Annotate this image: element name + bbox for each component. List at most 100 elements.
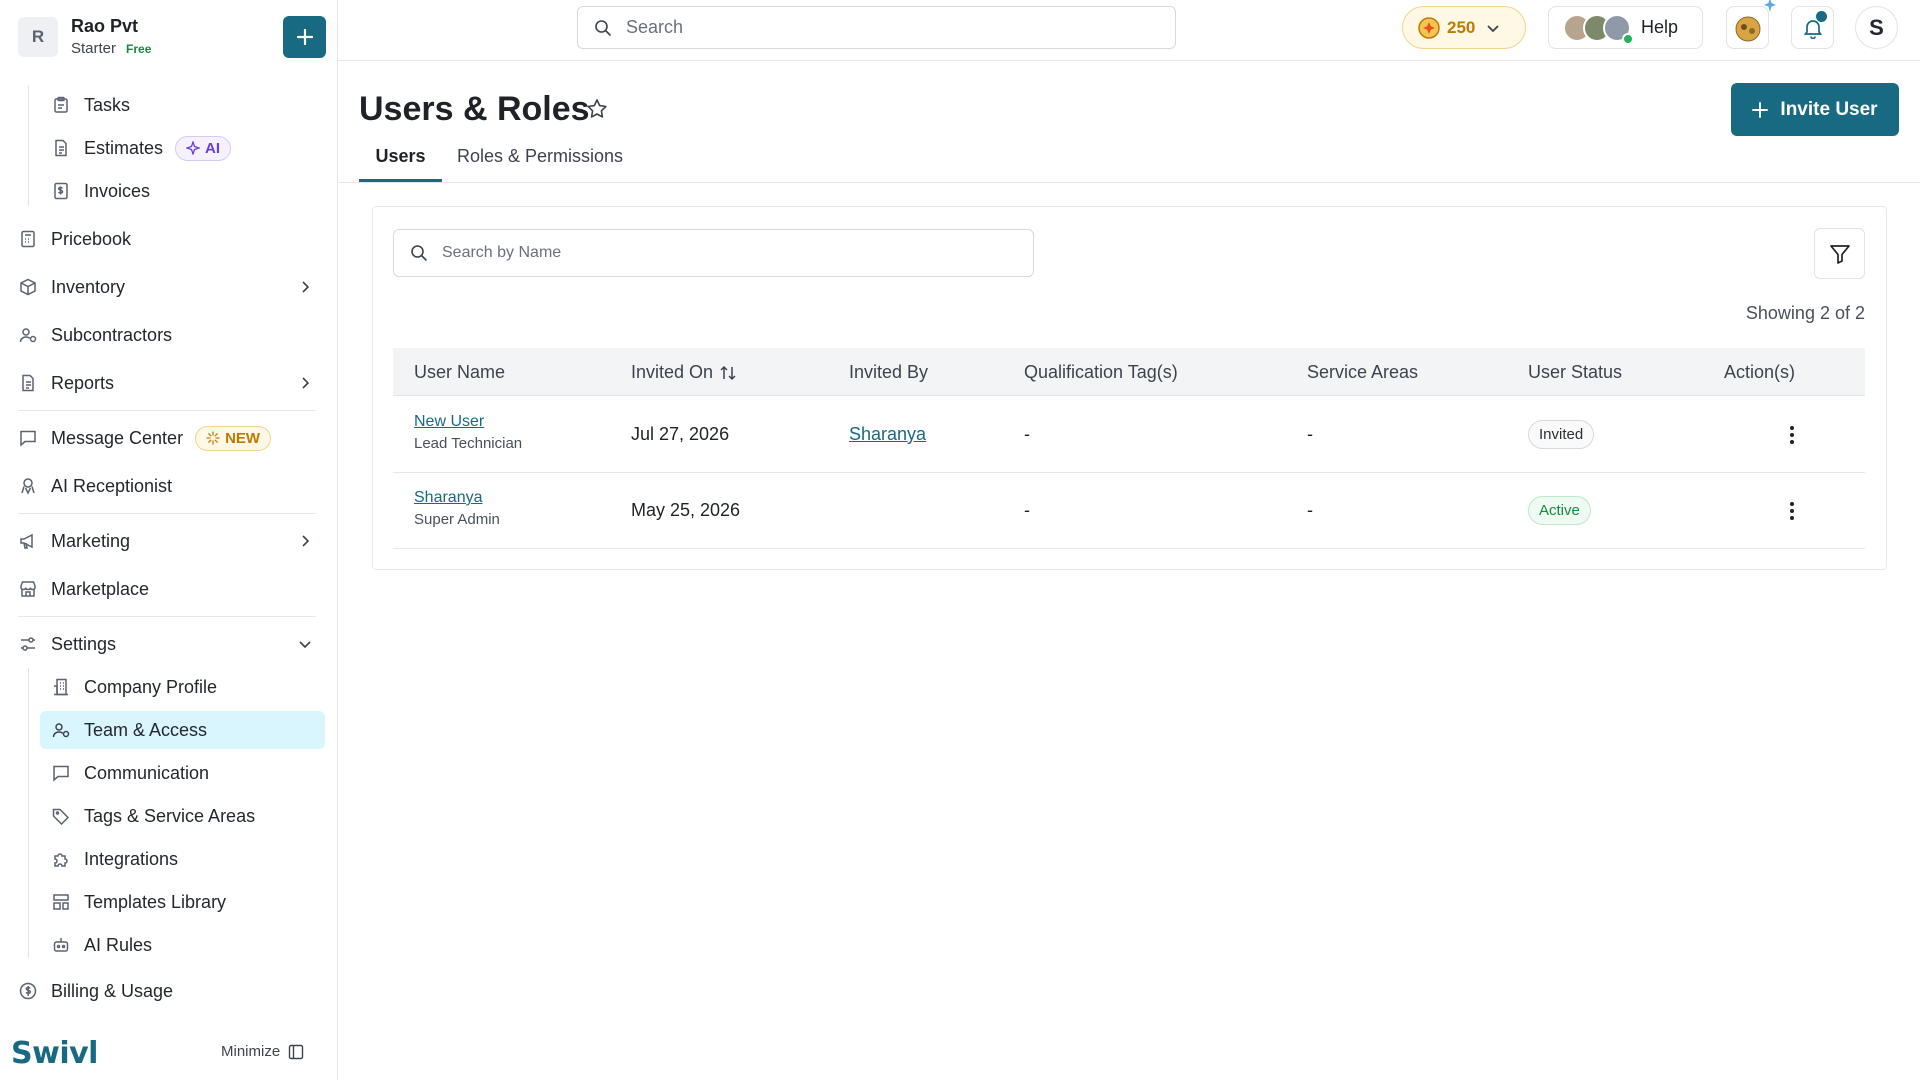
puzzle-icon	[51, 849, 71, 869]
column-actions: Action(s)	[1724, 362, 1796, 382]
sidebar-item-label: Settings	[51, 633, 117, 654]
row-actions-button[interactable]	[1780, 499, 1804, 523]
coins-count: 250	[1447, 17, 1476, 37]
global-search-input[interactable]: Search	[577, 6, 1176, 49]
column-invited-on[interactable]: Invited On	[631, 362, 737, 383]
ai-assistant-button[interactable]	[1726, 0, 1776, 49]
chevron-right-icon[interactable]	[298, 280, 312, 294]
sidebar-item-team-access[interactable]: Team & Access	[40, 711, 325, 749]
plan-name: Starter	[71, 40, 117, 57]
search-icon	[411, 245, 427, 261]
user-avatar-button[interactable]: S	[1855, 6, 1898, 49]
favorite-star-icon[interactable]	[586, 98, 608, 120]
notifications-button[interactable]	[1791, 6, 1834, 49]
sidebar-item-reports[interactable]: Reports	[18, 364, 114, 402]
org-name: Rao Pvt	[71, 16, 139, 36]
sidebar-item-communication[interactable]: Communication	[51, 754, 209, 792]
coins-dropdown[interactable]: 250	[1402, 6, 1526, 49]
notification-dot	[1816, 11, 1827, 22]
sidebar-item-marketing[interactable]: Marketing	[18, 522, 130, 560]
sidebar-item-label: Billing & Usage	[51, 980, 174, 1001]
create-new-button[interactable]	[283, 16, 326, 58]
receptionist-icon	[18, 476, 38, 496]
minimize-label: Minimize	[221, 1043, 281, 1060]
service-areas: -	[1307, 500, 1313, 520]
sort-icon	[720, 365, 736, 380]
help-button[interactable]: Help	[1548, 6, 1703, 49]
invite-user-button[interactable]: Invite User	[1731, 83, 1899, 136]
chat-icon	[18, 428, 38, 448]
sidebar-item-label: Reports	[51, 372, 115, 393]
people-icon	[51, 720, 71, 740]
sidebar-item-pricebook[interactable]: Pricebook	[18, 220, 131, 258]
name-search-input[interactable]: Search by Name	[393, 229, 1034, 277]
calculator-icon	[18, 229, 38, 249]
sidebar-item-estimates[interactable]: Estimates AI	[51, 129, 232, 167]
sidebar-item-label: Marketplace	[51, 578, 150, 599]
sidebar-item-integrations[interactable]: Integrations	[51, 840, 178, 878]
sidebar-item-label: Integrations	[84, 848, 179, 869]
coin-icon	[1418, 16, 1440, 39]
minimize-sidebar-button[interactable]: Minimize	[221, 1043, 304, 1060]
sidebar-item-label: Message Center	[51, 427, 184, 448]
results-count: Showing 2 of 2	[1745, 303, 1865, 323]
tab-roles-permissions[interactable]: Roles & Permissions	[457, 146, 623, 182]
plus-icon	[1752, 101, 1769, 118]
people-icon	[18, 325, 38, 345]
org-switcher[interactable]: R Rao Pvt Starter Free	[18, 16, 151, 57]
sidebar-item-invoices[interactable]: Invoices	[51, 172, 150, 210]
help-label: Help	[1641, 17, 1679, 37]
sidebar-item-label: Tags & Service Areas	[84, 805, 256, 826]
invited-by-link[interactable]: Sharanya	[849, 424, 926, 445]
column-user-status: User Status	[1528, 362, 1623, 382]
sidebar-item-label: AI Receptionist	[51, 475, 173, 496]
sidebar-item-label: Inventory	[51, 276, 126, 297]
sidebar-item-subcontractors[interactable]: Subcontractors	[18, 316, 172, 354]
ai-badge: AI	[175, 135, 232, 161]
user-role: Super Admin	[414, 511, 500, 528]
more-vertical-icon	[1790, 426, 1794, 444]
sidebar-item-company-profile[interactable]: Company Profile	[51, 668, 217, 706]
chevron-down-icon	[1487, 24, 1500, 32]
user-name-link[interactable]: New User	[414, 413, 522, 431]
sidebar-item-label: Templates Library	[84, 891, 227, 912]
sidebar-item-settings[interactable]: Settings	[18, 625, 116, 663]
sidebar-item-inventory[interactable]: Inventory	[18, 268, 125, 306]
assistant-avatar-icon	[1735, 16, 1760, 41]
template-icon	[51, 892, 71, 912]
sparkle-icon	[186, 141, 201, 155]
clipboard-icon	[51, 95, 71, 115]
sidebar-item-tasks[interactable]: Tasks	[51, 86, 130, 124]
row-actions-button[interactable]	[1780, 423, 1804, 447]
sidebar-item-label: Tasks	[84, 94, 131, 115]
sidebar-item-label: AI Rules	[84, 934, 153, 955]
sidebar-item-billing[interactable]: Billing & Usage	[18, 972, 173, 1010]
sidebar-item-ai-receptionist[interactable]: AI Receptionist	[18, 467, 172, 505]
sidebar-item-templates-library[interactable]: Templates Library	[51, 883, 226, 921]
table-header: User Name Invited On Invited By Qualific…	[393, 348, 1865, 396]
chevron-right-icon[interactable]	[298, 376, 312, 390]
filter-button[interactable]	[1814, 228, 1865, 279]
search-icon	[595, 19, 611, 36]
column-user-name: User Name	[414, 362, 506, 382]
service-areas: -	[1307, 424, 1313, 444]
sparkle-icon	[206, 431, 220, 445]
search-placeholder: Search	[626, 17, 684, 37]
sidebar-item-marketplace[interactable]: Marketplace	[18, 570, 149, 608]
document-icon	[51, 138, 71, 158]
tag-icon	[51, 806, 71, 826]
invited-on: Jul 27, 2026	[631, 424, 730, 444]
sliders-icon	[18, 634, 38, 654]
sidebar-item-message-center[interactable]: Message Center NEW	[18, 419, 272, 457]
sidebar-item-label: Communication	[84, 762, 210, 783]
tab-users[interactable]: Users	[359, 146, 442, 182]
chevron-right-icon[interactable]	[298, 534, 312, 548]
sidebar-item-ai-rules[interactable]: AI Rules	[51, 926, 152, 964]
user-name-link[interactable]: Sharanya	[414, 489, 500, 507]
table-row: New User Lead Technician Jul 27, 2026 Sh…	[393, 397, 1865, 473]
qualification-tags: -	[1024, 424, 1030, 444]
sidebar-item-tags-service-areas[interactable]: Tags & Service Areas	[51, 797, 255, 835]
dollar-circle-icon	[18, 981, 38, 1001]
org-avatar: R	[18, 16, 58, 57]
chevron-down-icon[interactable]	[298, 637, 312, 651]
